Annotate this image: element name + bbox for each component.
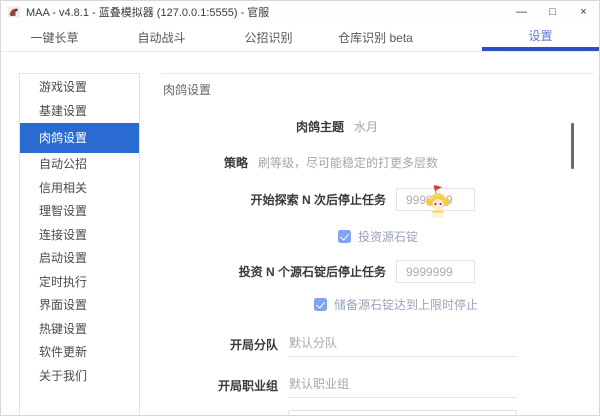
sidebar-item-ui-settings[interactable]: 界面设置	[20, 294, 139, 318]
squad-select[interactable]: 默认分队	[288, 331, 517, 357]
sidebar-item-game-settings[interactable]: 游戏设置	[20, 76, 139, 100]
settings-sidebar: 游戏设置 基建设置 肉鸽设置 自动公招 信用相关 理智设置 连接设置 启动设置 …	[19, 73, 140, 415]
checked-checkbox-icon[interactable]	[338, 230, 351, 243]
explore-limit-label: 开始探索 N 次后停止任务	[250, 193, 386, 207]
sidebar-item-sanity[interactable]: 理智设置	[20, 200, 139, 224]
close-button[interactable]: ×	[568, 1, 599, 23]
theme-select[interactable]: 水月	[354, 118, 378, 135]
stop-when-full-checkbox-row: 储备源石锭达到上限时停止	[161, 296, 594, 313]
tab-settings[interactable]: 设置	[482, 23, 599, 51]
invest-checkbox-label[interactable]: 投资源石锭	[358, 228, 418, 245]
window-title: MAA - v4.8.1 - 蓝叠模拟器 (127.0.0.1:5555) - …	[26, 7, 270, 19]
roguelike-settings-panel: 肉鸽设置 肉鸽主题 水月 策略 刷等级，尽可能稳定的打更多层数 开始探索 N 次…	[161, 73, 594, 415]
invest-limit-input[interactable]	[396, 260, 475, 283]
strategy-label: 策略	[223, 156, 248, 170]
explore-limit-input[interactable]	[396, 188, 475, 211]
minimize-button[interactable]: —	[506, 1, 537, 23]
theme-row: 肉鸽主题 水月	[161, 118, 594, 135]
explore-limit-row: 开始探索 N 次后停止任务	[161, 188, 594, 211]
title-bar: MAA - v4.8.1 - 蓝叠模拟器 (127.0.0.1:5555) - …	[1, 1, 599, 23]
core-operator-row: 开局干员 (单个)	[161, 410, 594, 415]
tab-depot-recognition[interactable]: 仓库识别 beta	[322, 23, 429, 51]
core-operator-input[interactable]	[288, 410, 517, 415]
strategy-select[interactable]: 刷等级，尽可能稳定的打更多层数	[258, 154, 438, 171]
sidebar-item-infrast-settings[interactable]: 基建设置	[20, 100, 139, 124]
sidebar-item-connection[interactable]: 连接设置	[20, 224, 139, 248]
app-logo-icon	[7, 6, 21, 18]
maximize-button[interactable]: □	[537, 1, 568, 23]
content-scrollbar-thumb[interactable]	[571, 123, 574, 169]
invest-checkbox-row: 投资源石锭	[161, 228, 594, 245]
tab-bar: 一键长草 自动战斗 公招识别 仓库识别 beta 设置	[1, 23, 599, 52]
sidebar-item-scheduled[interactable]: 定时执行	[20, 271, 139, 295]
stop-when-full-label[interactable]: 储备源石锭达到上限时停止	[334, 296, 478, 313]
tab-recruit-recognition[interactable]: 公招识别	[215, 23, 322, 51]
panel-heading: 肉鸽设置	[163, 83, 212, 97]
squad-label: 开局分队	[229, 337, 278, 352]
role-group-label: 开局职业组	[217, 378, 278, 393]
theme-label: 肉鸽主题	[295, 120, 344, 134]
sidebar-item-hotkeys[interactable]: 热键设置	[20, 318, 139, 342]
sidebar-item-roguelike-settings[interactable]: 肉鸽设置	[20, 123, 139, 153]
tab-copilot[interactable]: 自动战斗	[108, 23, 215, 51]
role-group-select[interactable]: 默认职业组	[288, 372, 517, 398]
tab-farming[interactable]: 一键长草	[1, 23, 108, 51]
sidebar-item-startup[interactable]: 启动设置	[20, 247, 139, 271]
app-window: MAA - v4.8.1 - 蓝叠模拟器 (127.0.0.1:5555) - …	[0, 0, 600, 416]
tab-spacer	[429, 23, 482, 51]
sidebar-item-auto-recruit[interactable]: 自动公招	[20, 153, 139, 177]
sidebar-item-about[interactable]: 关于我们	[20, 365, 139, 389]
invest-limit-label: 投资 N 个源石锭后停止任务	[238, 265, 386, 279]
role-group-row: 开局职业组 默认职业组	[161, 372, 594, 398]
squad-row: 开局分队 默认分队	[161, 331, 594, 357]
invest-limit-row: 投资 N 个源石锭后停止任务	[161, 260, 594, 283]
sidebar-item-credit[interactable]: 信用相关	[20, 177, 139, 201]
checked-checkbox-icon[interactable]	[314, 298, 327, 311]
strategy-row: 策略 刷等级，尽可能稳定的打更多层数	[161, 154, 594, 171]
sidebar-item-software-update[interactable]: 软件更新	[20, 341, 139, 365]
